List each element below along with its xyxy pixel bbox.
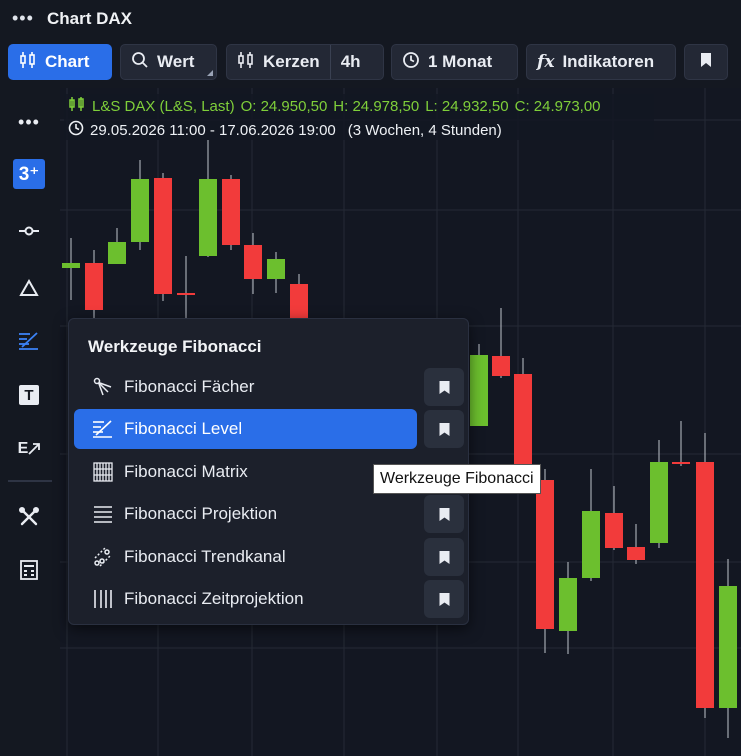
bookmark-icon — [439, 507, 449, 521]
candle-body — [267, 259, 285, 279]
candle-body — [582, 511, 600, 578]
menu-item-label: Fibonacci Fächer — [124, 377, 255, 396]
menu-title: Werkzeuge Fibonacci — [88, 337, 262, 356]
indikatoren-button-label: Indikatoren — [562, 52, 655, 71]
tools-icon[interactable] — [12, 500, 46, 534]
favorite-bookmark-button[interactable] — [424, 538, 464, 576]
candle-body — [108, 242, 126, 264]
fib-time-icon — [92, 588, 114, 610]
calculator-icon[interactable] — [12, 553, 46, 587]
triangle-icon[interactable] — [12, 271, 46, 305]
function-icon: fx — [537, 52, 555, 72]
window-menu-icon[interactable]: ••• — [12, 8, 34, 29]
elliott-wave-icon[interactable]: 3⁺ — [12, 157, 46, 191]
range-button[interactable]: 1 Monat — [391, 44, 518, 80]
range-duration: (3 Wochen, 4 Stunden) — [347, 121, 502, 139]
fib-projection-icon — [92, 503, 114, 525]
fib-matrix-icon — [92, 461, 114, 483]
sidebar-divider — [8, 480, 52, 482]
text-icon[interactable]: T — [12, 378, 46, 412]
chart-type-group: Kerzen 4h — [226, 44, 384, 80]
wert-button[interactable]: Wert — [120, 44, 217, 80]
interval-button-label: 4h — [340, 52, 361, 71]
chart-button-label: Chart — [45, 52, 90, 71]
menu-item-fibonacci-faecher[interactable]: Fibonacci Fächer — [74, 367, 417, 407]
low-value: L: 24.932,50 — [425, 97, 509, 115]
candles-icon — [237, 51, 255, 74]
candle-body — [222, 179, 240, 245]
favorite-bookmark-button[interactable] — [424, 495, 464, 533]
fib-channel-icon — [92, 546, 114, 568]
candle-body — [244, 245, 262, 279]
candle-body — [290, 284, 308, 319]
window-title: Chart DAX — [47, 9, 133, 28]
candle-body — [85, 263, 103, 310]
indikatoren-button[interactable]: fx Indikatoren — [526, 44, 676, 80]
fib-fan-icon — [92, 376, 114, 398]
annotation-arrow-icon[interactable]: E — [12, 432, 46, 466]
favorite-bookmark-button[interactable] — [424, 410, 464, 448]
candle-body — [492, 356, 510, 376]
favorite-bookmark-button[interactable] — [424, 580, 464, 618]
title-bar: ••• Chart DAX — [0, 0, 741, 38]
candle-body — [62, 263, 80, 268]
candle-body — [177, 293, 195, 295]
interval-button[interactable]: 4h — [331, 45, 371, 79]
date-range: 29.05.2026 11:00 - 17.06.2026 19:00 — [90, 121, 336, 139]
candle-body — [154, 178, 172, 294]
kerzen-button-label: Kerzen — [263, 52, 320, 71]
bookmark-icon — [439, 422, 449, 436]
instrument-name: L&S DAX (L&S, Last) — [92, 97, 235, 115]
candle-body — [627, 547, 645, 560]
bookmark-button[interactable] — [684, 44, 728, 80]
menu-item-fibonacci-projektion[interactable]: Fibonacci Projektion — [74, 494, 417, 534]
line-tool-icon[interactable] — [12, 214, 46, 248]
candle-body — [605, 513, 623, 548]
menu-item-fibonacci-matrix[interactable]: Fibonacci Matrix — [74, 452, 417, 492]
dropdown-corner-icon — [207, 70, 213, 76]
more-icon[interactable]: ••• — [12, 105, 46, 139]
candle-body — [131, 179, 149, 242]
menu-item-fibonacci-trendkanal[interactable]: Fibonacci Trendkanal — [74, 537, 417, 577]
toolbar: Chart Wert Kerzen 4h 1 Monat fx Indikato… — [0, 38, 741, 88]
chart-button[interactable]: Chart — [8, 44, 112, 80]
bookmark-icon — [439, 550, 449, 564]
menu-item-label: Fibonacci Matrix — [124, 462, 248, 481]
menu-item-label: Fibonacci Trendkanal — [124, 547, 286, 566]
bookmark-icon — [439, 380, 449, 394]
menu-item-label: Fibonacci Projektion — [124, 504, 278, 523]
clock-icon — [68, 120, 84, 140]
tooltip: Werkzeuge Fibonacci — [373, 464, 541, 494]
date-range-legend: 29.05.2026 11:00 - 17.06.2026 19:00 (3 W… — [68, 120, 502, 140]
kerzen-button[interactable]: Kerzen — [227, 45, 330, 79]
clock-icon — [402, 51, 420, 74]
search-icon — [131, 51, 149, 74]
high-value: H: 24.978,50 — [333, 97, 420, 115]
open-value: O: 24.950,50 — [240, 97, 328, 115]
favorite-bookmark-button[interactable] — [424, 368, 464, 406]
ohlc-legend: L&S DAX (L&S, Last) O: 24.950,50 H: 24.9… — [68, 96, 601, 116]
bookmark-icon — [700, 52, 712, 72]
candle-body — [672, 462, 690, 464]
candle-body — [199, 179, 217, 256]
candle-body — [559, 578, 577, 631]
drawing-tools-sidebar: ••• 3⁺ T E — [0, 88, 60, 756]
close-value: C: 24.973,00 — [514, 97, 601, 115]
range-button-label: 1 Monat — [428, 52, 493, 71]
candle-body — [719, 586, 737, 708]
fib-level-icon — [92, 418, 114, 440]
series-icon — [68, 96, 86, 116]
candle-body — [696, 462, 714, 708]
menu-item-label: Fibonacci Level — [124, 419, 243, 438]
bookmark-icon — [439, 592, 449, 606]
wert-button-label: Wert — [157, 52, 195, 71]
menu-item-label: Fibonacci Zeitprojektion — [124, 589, 304, 608]
fibonacci-icon[interactable] — [12, 324, 46, 358]
menu-item-fibonacci-zeitprojektion[interactable]: Fibonacci Zeitprojektion — [74, 579, 417, 619]
candle-body — [650, 462, 668, 543]
candles-icon — [19, 51, 37, 74]
menu-item-fibonacci-level[interactable]: Fibonacci Level — [74, 409, 417, 449]
candle-body — [536, 480, 554, 629]
candle-body — [470, 355, 488, 426]
